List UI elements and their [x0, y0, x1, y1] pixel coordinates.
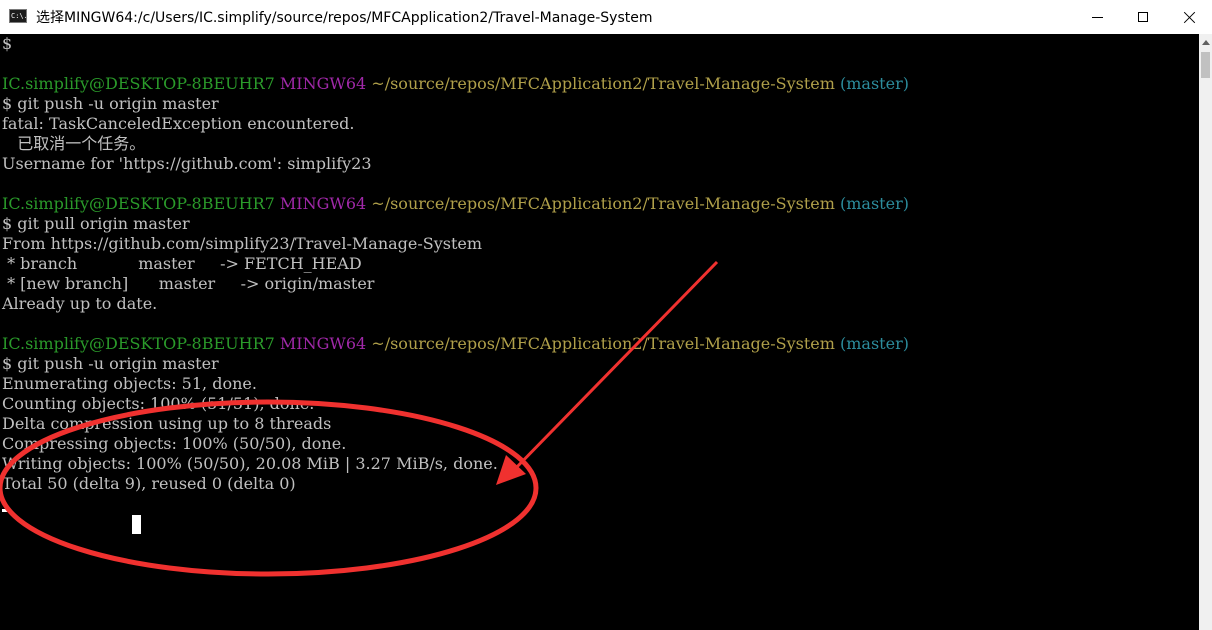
close-button[interactable] [1166, 0, 1212, 34]
terminal-line: Writing objects: 100% (50/50), 20.08 MiB… [2, 454, 498, 473]
terminal-line: Total 50 (delta 9), reused 0 (delta 0) [2, 474, 296, 493]
vertical-scrollbar[interactable] [1199, 34, 1212, 630]
arrow-up-icon [1201, 40, 1210, 45]
command-line: $ git push -u origin master [2, 94, 219, 113]
terminal-line: * branch master -> FETCH_HEAD [2, 254, 362, 273]
prompt-user: IC.simplify@DESKTOP-8BEUHR7 [2, 194, 275, 213]
terminal-line: Counting objects: 100% (51/51), done. [2, 394, 315, 413]
title-bar: C:\. 选择MINGW64:/c/Users/IC.simplify/sour… [0, 0, 1212, 34]
maximize-button[interactable] [1120, 0, 1166, 34]
prompt-line: IC.simplify@DESKTOP-8BEUHR7 MINGW64 ~/so… [2, 74, 909, 94]
prompt-line: IC.simplify@DESKTOP-8BEUHR7 MINGW64 ~/so… [2, 194, 909, 214]
minimize-button[interactable] [1074, 0, 1120, 34]
prompt-path: ~/source/repos/MFCApplication2/Travel-Ma… [371, 74, 835, 93]
prompt-branch: (master) [840, 194, 909, 213]
terminal-line: Delta compression using up to 8 threads [2, 414, 332, 433]
terminal-line: Already up to date. [2, 294, 158, 313]
prompt-path: ~/source/repos/MFCApplication2/Travel-Ma… [371, 334, 835, 353]
maximize-icon [1138, 12, 1148, 22]
terminal-line: * [new branch] master -> origin/master [2, 274, 375, 293]
terminal-line: Enumerating objects: 51, done. [2, 374, 257, 393]
prompt-path: ~/source/repos/MFCApplication2/Travel-Ma… [371, 194, 835, 213]
terminal-line: Compressing objects: 100% (50/50), done. [2, 434, 347, 453]
terminal-line: $ [2, 34, 13, 53]
terminal-app-icon[interactable]: C:\. [9, 9, 27, 23]
prompt-user: IC.simplify@DESKTOP-8BEUHR7 [2, 74, 275, 93]
text-cursor [132, 515, 141, 534]
terminal-line: 已取消一个任务。 [2, 134, 146, 153]
minimize-icon [1091, 16, 1103, 18]
prompt-env: MINGW64 [279, 74, 367, 93]
terminal-output[interactable]: $ IC.simplify@DESKTOP-8BEUHR7 MINGW64 ~/… [0, 34, 1199, 630]
prompt-line: IC.simplify@DESKTOP-8BEUHR7 MINGW64 ~/so… [2, 334, 909, 354]
prompt-env: MINGW64 [279, 334, 367, 353]
cursor-mark [2, 509, 9, 512]
command-line: $ git push -u origin master [2, 354, 219, 373]
close-icon [1183, 11, 1196, 24]
window-title: 选择MINGW64:/c/Users/IC.simplify/source/re… [36, 10, 653, 26]
terminal-line: From https://github.com/simplify23/Trave… [2, 234, 483, 253]
prompt-branch: (master) [840, 334, 909, 353]
terminal-line: Username for 'https://github.com': simpl… [2, 154, 372, 173]
scroll-up-button[interactable] [1199, 34, 1212, 51]
prompt-branch: (master) [840, 74, 909, 93]
command-line: $ git pull origin master [2, 214, 190, 233]
terminal-line: fatal: TaskCanceledException encountered… [2, 114, 355, 133]
prompt-env: MINGW64 [279, 194, 367, 213]
prompt-user: IC.simplify@DESKTOP-8BEUHR7 [2, 334, 275, 353]
scroll-thumb[interactable] [1201, 52, 1210, 78]
